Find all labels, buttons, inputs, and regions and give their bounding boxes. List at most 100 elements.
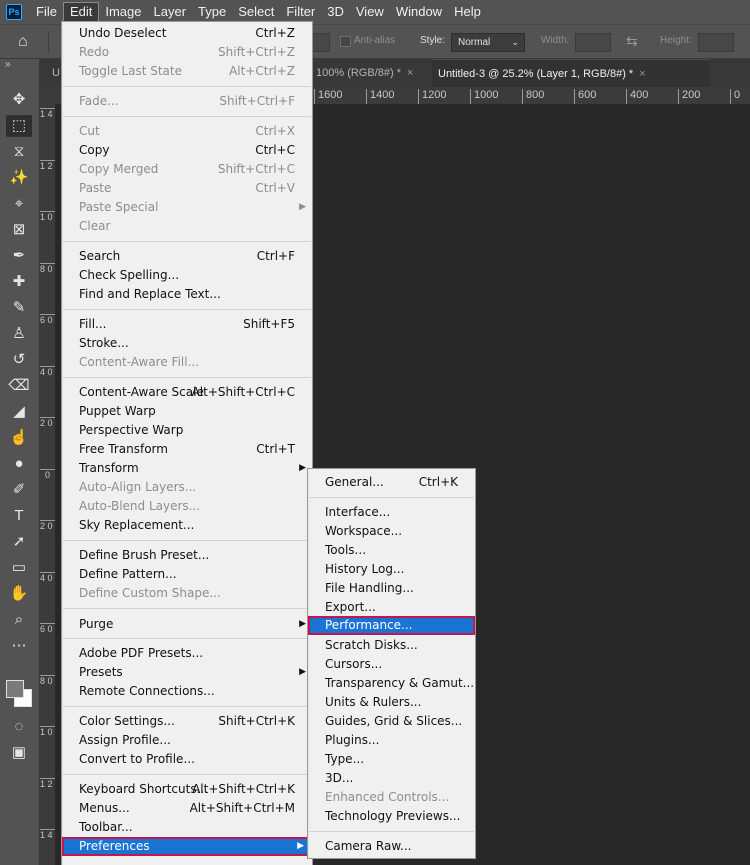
stamp-icon[interactable]: ♙ [6, 323, 32, 345]
menu-item-auto-blend-layers[interactable]: Auto-Blend Layers... [62, 497, 312, 516]
menu-item-copy[interactable]: Copy Ctrl+C [62, 141, 312, 160]
menu-item-define-pattern[interactable]: Define Pattern... [62, 565, 312, 584]
menu-layer[interactable]: Layer [148, 2, 193, 22]
menu-item-find-and-replace-text[interactable]: Find and Replace Text... [62, 285, 312, 304]
menu-item-content-aware-scale[interactable]: Content-Aware Scale Alt+Shift+Ctrl+C [62, 383, 312, 402]
menu-item-menus[interactable]: Menus... Alt+Shift+Ctrl+M [62, 799, 312, 818]
menu-select[interactable]: Select [232, 2, 280, 22]
menu-item-fade[interactable]: Fade... Shift+Ctrl+F [62, 92, 312, 111]
history-brush-icon[interactable]: ↺ [6, 349, 32, 371]
menu-help[interactable]: Help [448, 2, 487, 22]
menu-item-clear[interactable]: Clear [62, 217, 312, 236]
menu-item-guides-grid-slices[interactable]: Guides, Grid & Slices... [308, 712, 475, 731]
menu-item-perspective-warp[interactable]: Perspective Warp [62, 421, 312, 440]
feather-field[interactable] [310, 33, 330, 52]
menu-item-stroke[interactable]: Stroke... [62, 334, 312, 353]
menu-item-define-custom-shape[interactable]: Define Custom Shape... [62, 584, 312, 603]
foreground-color-swatch[interactable] [6, 680, 24, 698]
quick-mask-icon[interactable]: ◌ [6, 716, 32, 738]
brush-icon[interactable]: ✎ [6, 297, 32, 319]
menu-item-auto-align-layers[interactable]: Auto-Align Layers... [62, 478, 312, 497]
frame-icon[interactable]: ⊠ [6, 219, 32, 241]
eyedropper-icon[interactable]: ✒ [6, 245, 32, 267]
menu-item-tools[interactable]: Tools... [308, 541, 475, 560]
tab-document-3[interactable]: Untitled-3 @ 25.2% (Layer 1, RGB/8#) * × [432, 59, 710, 87]
menu-item-toolbar[interactable]: Toolbar... [62, 818, 312, 837]
menu-item-preferences[interactable]: Preferences ▶ [62, 837, 312, 856]
menu-filter[interactable]: Filter [280, 2, 321, 22]
antialias-checkbox[interactable] [340, 36, 351, 47]
pen-icon[interactable]: ✐ [6, 479, 32, 501]
menu-item-enhanced-controls[interactable]: Enhanced Controls... [308, 788, 475, 807]
menu-item-transform[interactable]: Transform ▶ [62, 459, 312, 478]
menu-item-fill[interactable]: Fill... Shift+F5 [62, 315, 312, 334]
menu-3d[interactable]: 3D [321, 2, 350, 22]
home-icon[interactable]: ⌂ [18, 33, 28, 51]
menu-item-history-log[interactable]: History Log... [308, 560, 475, 579]
menu-item-undo-deselect[interactable]: Undo Deselect Ctrl+Z [62, 24, 312, 43]
healing-brush-icon[interactable]: ✚ [6, 271, 32, 293]
menu-item-export[interactable]: Export... [308, 598, 475, 617]
menu-item-presets[interactable]: Presets ▶ [62, 663, 312, 682]
menu-item-puppet-warp[interactable]: Puppet Warp [62, 402, 312, 421]
menu-item-search[interactable]: Search Ctrl+F [62, 247, 312, 266]
more-tools-icon[interactable]: ⋯ [6, 635, 32, 657]
marquee-icon[interactable]: ⬚ [6, 115, 32, 137]
menu-item-performance[interactable]: Performance... [308, 616, 475, 635]
smudge-icon[interactable]: ☝ [6, 427, 32, 449]
menu-item-paste-special[interactable]: Paste Special ▶ [62, 198, 312, 217]
menu-item-toggle-last-state[interactable]: Toggle Last State Alt+Ctrl+Z [62, 62, 312, 81]
menu-item-sky-replacement[interactable]: Sky Replacement... [62, 516, 312, 535]
dodge-icon[interactable]: ● [6, 453, 32, 475]
menu-item-workspace[interactable]: Workspace... [308, 522, 475, 541]
menu-item-units-rulers[interactable]: Units & Rulers... [308, 693, 475, 712]
menu-item-type[interactable]: Type... [308, 750, 475, 769]
menu-item-camera-raw[interactable]: Camera Raw... [308, 837, 475, 856]
menu-item-check-spelling[interactable]: Check Spelling... [62, 266, 312, 285]
menu-item-paste[interactable]: Paste Ctrl+V [62, 179, 312, 198]
rectangle-icon[interactable]: ▭ [6, 557, 32, 579]
tab-document-2[interactable]: 100% (RGB/8#) * × [310, 59, 430, 87]
hand-icon[interactable]: ✋ [6, 583, 32, 605]
menu-item-technology-previews[interactable]: Technology Previews... [308, 807, 475, 826]
close-icon[interactable]: × [639, 68, 645, 80]
menu-type[interactable]: Type [192, 2, 232, 22]
zoom-icon[interactable]: ⌕ [6, 609, 32, 631]
menu-view[interactable]: View [350, 2, 390, 22]
menu-item-assign-profile[interactable]: Assign Profile... [62, 731, 312, 750]
menu-item-interface[interactable]: Interface... [308, 503, 475, 522]
close-icon[interactable]: × [407, 67, 413, 79]
type-icon[interactable]: T [6, 505, 32, 527]
menu-window[interactable]: Window [390, 2, 448, 22]
height-field[interactable] [698, 33, 734, 52]
menu-item-cut[interactable]: Cut Ctrl+X [62, 122, 312, 141]
menu-item-define-brush-preset[interactable]: Define Brush Preset... [62, 546, 312, 565]
menu-item-copy-merged[interactable]: Copy Merged Shift+Ctrl+C [62, 160, 312, 179]
menu-image[interactable]: Image [99, 2, 147, 22]
menu-item-cursors[interactable]: Cursors... [308, 655, 475, 674]
menu-edit[interactable]: Edit [62, 2, 100, 22]
swap-icon[interactable]: ⇆ [626, 33, 638, 50]
menu-item-convert-to-profile[interactable]: Convert to Profile... [62, 750, 312, 769]
lasso-icon[interactable]: ⧖ [6, 141, 32, 163]
move-icon[interactable]: ✥ [6, 89, 32, 111]
eraser-icon[interactable]: ⌫ [6, 375, 32, 397]
menu-item-general[interactable]: General... Ctrl+K [308, 473, 475, 492]
menu-item-remote-connections[interactable]: Remote Connections... [62, 682, 312, 701]
screen-mode-icon[interactable]: ▣ [6, 742, 32, 764]
width-field[interactable] [575, 33, 611, 52]
menu-item-scratch-disks[interactable]: Scratch Disks... [308, 636, 475, 655]
menu-item-adobe-pdf-presets[interactable]: Adobe PDF Presets... [62, 644, 312, 663]
paint-bucket-icon[interactable]: ◢ [6, 401, 32, 423]
menu-item-plugins[interactable]: Plugins... [308, 731, 475, 750]
menu-item-transparency-gamut[interactable]: Transparency & Gamut... [308, 674, 475, 693]
menu-item-redo[interactable]: Redo Shift+Ctrl+Z [62, 43, 312, 62]
menu-item-color-settings[interactable]: Color Settings... Shift+Ctrl+K [62, 712, 312, 731]
menu-item-3d[interactable]: 3D... [308, 769, 475, 788]
path-selection-icon[interactable]: ➚ [6, 531, 32, 553]
style-select[interactable]: Normal ⌄ [451, 33, 525, 52]
crop-icon[interactable]: ⌖ [6, 193, 32, 215]
menu-item-keyboard-shortcuts[interactable]: Keyboard Shortcuts... Alt+Shift+Ctrl+K [62, 780, 312, 799]
menu-item-free-transform[interactable]: Free Transform Ctrl+T [62, 440, 312, 459]
menu-item-purge[interactable]: Purge ▶ [62, 615, 312, 634]
